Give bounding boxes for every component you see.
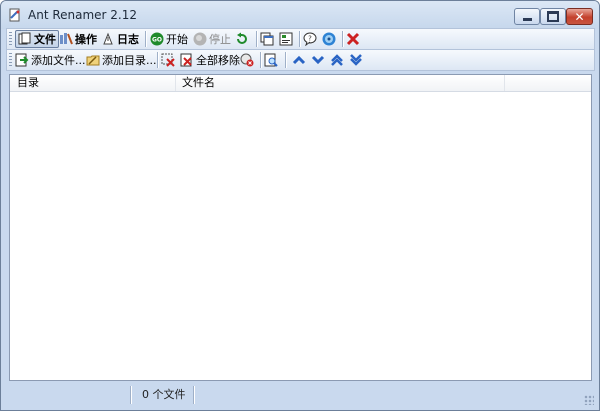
settings-icon [279, 32, 293, 46]
remove-all-label: 全部移除 [196, 54, 240, 67]
exit-button[interactable] [346, 30, 360, 48]
file-count-status: 0 个文件 [142, 388, 186, 401]
start-label: 开始 [166, 33, 188, 46]
add-folders-button[interactable]: 添加目录... [86, 51, 157, 69]
toolbar-separator [299, 31, 300, 47]
toolbar-separator [256, 31, 257, 47]
column-header-directory[interactable]: 目录 [10, 75, 176, 91]
stop-icon [193, 32, 207, 46]
remove-missing-button[interactable] [240, 51, 254, 69]
toolbar-separator [342, 31, 343, 47]
chevron-up-icon [292, 55, 306, 65]
minimize-icon [522, 17, 532, 21]
double-chevron-down-icon [350, 54, 362, 66]
settings-button[interactable] [279, 30, 293, 48]
file-info-button[interactable] [264, 51, 278, 69]
remove-all-icon [180, 53, 192, 67]
undo-icon [237, 32, 247, 44]
log-icon [103, 32, 113, 45]
actions-tab-label: 操作 [75, 33, 97, 46]
undo-button[interactable] [235, 30, 249, 48]
svg-text:?: ? [308, 35, 312, 43]
file-tab-label: 文件 [34, 33, 56, 46]
status-bar: 0 个文件 [6, 385, 595, 406]
help-button[interactable]: ? [303, 30, 317, 48]
files-toolbar: 添加文件... 添加目录... 全部移除 [6, 49, 595, 71]
file-list[interactable]: 目录 文件名 [9, 74, 592, 381]
column-header-filename[interactable]: 文件名 [176, 75, 505, 91]
column-header-extra[interactable] [505, 75, 591, 91]
remove-all-button[interactable]: 全部移除 [180, 51, 240, 69]
remove-missing-icon [240, 53, 254, 67]
file-search-icon [264, 53, 278, 67]
toolbar-grip[interactable] [9, 32, 12, 46]
move-down-button[interactable] [311, 51, 325, 69]
add-files-button[interactable]: 添加文件... [15, 51, 86, 69]
main-toolbar: 文件 操作 日志 GO 开始 停止 ? [6, 28, 595, 50]
file-tab-button[interactable]: 文件 [15, 30, 59, 48]
move-up-button[interactable] [292, 51, 306, 69]
file-list-header: 目录 文件名 [10, 75, 591, 92]
window-icon [260, 32, 274, 46]
stop-label: 停止 [209, 33, 231, 46]
status-divider [130, 386, 131, 404]
add-folders-label: 添加目录... [102, 54, 157, 67]
add-file-icon [15, 53, 29, 67]
actions-icon [60, 33, 73, 45]
resize-grip[interactable] [584, 395, 594, 405]
minimize-button[interactable] [514, 8, 540, 25]
toolbar-separator [145, 31, 146, 47]
toolbar-separator [260, 52, 261, 68]
add-folder-icon [86, 55, 100, 66]
window-title: Ant Renamer 2.12 [28, 8, 138, 22]
move-bottom-button[interactable] [349, 51, 363, 69]
file-icon [18, 32, 31, 45]
remove-selected-icon [161, 53, 175, 67]
chevron-down-icon [311, 55, 325, 65]
log-tab-label: 日志 [117, 33, 139, 46]
close-button[interactable]: ✕ [566, 8, 593, 25]
double-chevron-up-icon [331, 54, 343, 66]
help-icon: ? [303, 32, 317, 46]
stop-button[interactable]: 停止 [193, 30, 231, 48]
log-tab-button[interactable]: 日志 [101, 30, 139, 48]
info-icon [322, 32, 336, 46]
svg-text:GO: GO [152, 37, 162, 44]
add-files-label: 添加文件... [31, 54, 86, 67]
start-button[interactable]: GO 开始 [150, 30, 188, 48]
toolbar-separator [157, 52, 158, 68]
remove-selected-button[interactable] [161, 51, 175, 69]
move-top-button[interactable] [330, 51, 344, 69]
toolbar-separator [285, 52, 286, 68]
preview-button[interactable] [260, 30, 274, 48]
app-window: Ant Renamer 2.12 ✕ 文件 操作 日志 GO 开始 停止 ? 添… [0, 0, 600, 411]
exit-icon [346, 32, 360, 46]
start-icon: GO [150, 32, 164, 46]
app-icon [9, 8, 20, 22]
maximize-icon [547, 11, 559, 22]
status-divider [193, 386, 194, 404]
title-bar[interactable]: Ant Renamer 2.12 ✕ [1, 1, 599, 29]
actions-tab-button[interactable]: 操作 [59, 30, 97, 48]
toolbar-grip[interactable] [9, 53, 12, 67]
close-icon: ✕ [574, 9, 585, 24]
about-button[interactable] [322, 30, 336, 48]
maximize-button[interactable] [540, 8, 566, 25]
